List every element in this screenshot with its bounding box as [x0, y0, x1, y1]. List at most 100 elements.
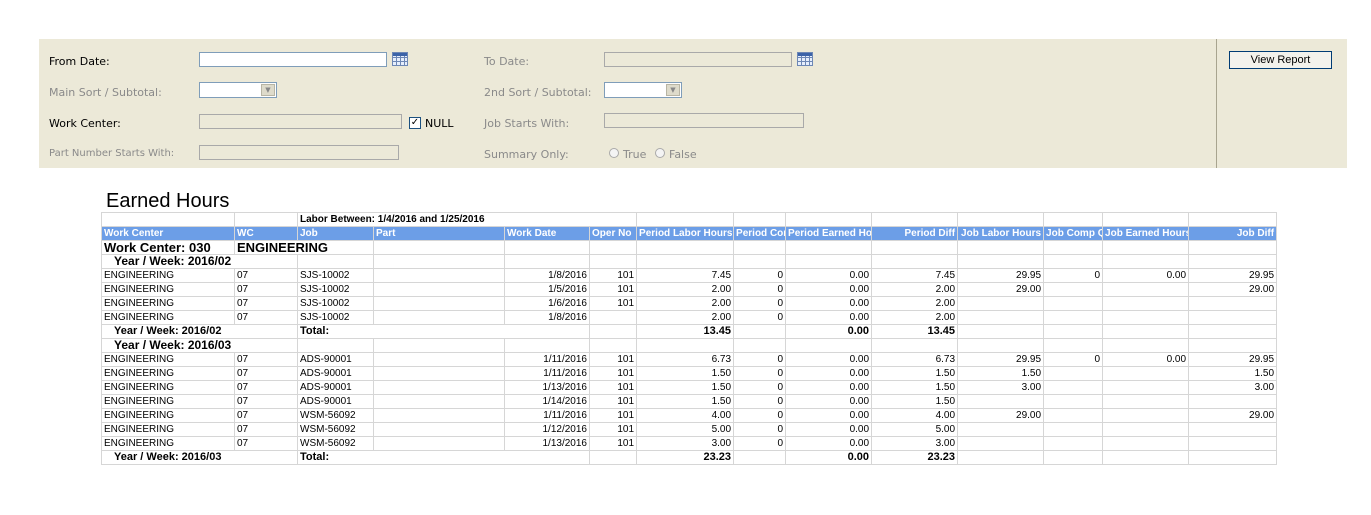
table-cell [373, 254, 505, 269]
table-cell: ENGINEERING [101, 296, 235, 311]
table-cell [373, 408, 505, 423]
table-cell [373, 268, 505, 283]
table-cell [1102, 296, 1190, 311]
table-cell [636, 254, 735, 269]
table-cell: 5.00 [636, 422, 735, 437]
table-header-row: Work Center WC Job Part Work Date Oper No Peri… [101, 226, 1278, 241]
table-cell [1188, 296, 1278, 311]
column-header: Work Date [504, 226, 590, 241]
table-cell: 6.73 [871, 352, 959, 367]
table-cell: 0 [733, 422, 787, 437]
table-cell: 1/5/2016 [504, 282, 590, 297]
table-cell: ENGINEERING [101, 380, 235, 395]
from-date-input[interactable] [200, 58, 386, 72]
table-cell: 29.00 [957, 282, 1045, 297]
table-cell: 7.45 [871, 268, 959, 283]
job-starts-field[interactable] [604, 113, 804, 128]
table-cell [1102, 408, 1190, 423]
null-checkbox[interactable]: ✓ [409, 117, 421, 129]
summary-true-radio[interactable] [609, 148, 619, 158]
table-cell [785, 240, 873, 255]
table-cell [957, 310, 1045, 325]
column-header: Period Diff [871, 226, 959, 241]
table-cell [1043, 282, 1104, 297]
table-cell [733, 324, 787, 339]
table-cell: 07 [234, 268, 298, 283]
summary-true-label: True [623, 148, 647, 161]
work-center-name: ENGINEERING [234, 240, 374, 255]
table-cell [1043, 254, 1104, 269]
part-number-label: Part Number Starts With: [49, 148, 175, 159]
table-cell: 101 [588, 268, 638, 283]
table-cell: 07 [234, 310, 298, 325]
table-cell [1043, 450, 1104, 465]
table-cell [1188, 422, 1278, 437]
table-cell: ENGINEERING [101, 366, 235, 381]
table-cell: 101 [588, 366, 638, 381]
table-cell: 101 [588, 282, 638, 297]
week-total-label: Year / Week: 2016/02 [101, 324, 298, 339]
main-sort-select[interactable]: ▼ [199, 82, 277, 98]
table-cell: WSM-56092 [297, 436, 374, 451]
total-diff: 13.45 [871, 324, 959, 339]
summary-only-label: Summary Only: [484, 148, 569, 161]
table-cell: ADS-90001 [297, 352, 374, 367]
table-cell: 101 [588, 436, 638, 451]
table-cell [373, 338, 505, 353]
table-cell: 0 [733, 352, 787, 367]
table-cell: ENGINEERING [101, 436, 235, 451]
part-number-field[interactable] [199, 145, 399, 160]
table-cell [1102, 310, 1190, 325]
table-cell [373, 380, 505, 395]
table-cell: 2.00 [636, 296, 735, 311]
table-cell: 1/11/2016 [504, 408, 590, 423]
table-cell [1043, 212, 1104, 227]
column-header: Job Comp Qty [1043, 226, 1104, 241]
calendar-icon[interactable] [392, 52, 408, 66]
from-date-field[interactable] [199, 52, 387, 72]
table-cell: SJS-10002 [297, 282, 374, 297]
work-center-field[interactable] [199, 114, 402, 129]
table-cell [588, 310, 638, 325]
table-cell: 3.00 [871, 436, 959, 451]
table-cell [785, 338, 873, 353]
table-cell: 2.00 [636, 282, 735, 297]
table-cell [588, 240, 638, 255]
to-date-label: To Date: [484, 55, 530, 68]
table-cell: 0.00 [785, 352, 873, 367]
table-cell: ENGINEERING [101, 408, 235, 423]
work-center-row: Work Center: 030 ENGINEERING [101, 240, 1278, 255]
table-cell [373, 436, 505, 451]
table-cell [1102, 394, 1190, 409]
table-cell [733, 338, 787, 353]
table-cell: 0 [733, 282, 787, 297]
table-cell [957, 436, 1045, 451]
view-report-button[interactable]: View Report [1229, 51, 1332, 69]
table-cell: 0.00 [785, 408, 873, 423]
table-cell [373, 422, 505, 437]
table-cell [1043, 422, 1104, 437]
table-cell [733, 450, 787, 465]
table-cell: 101 [588, 296, 638, 311]
to-date-field[interactable] [604, 52, 792, 67]
table-cell: 0.00 [1102, 352, 1190, 367]
summary-false-radio[interactable] [655, 148, 665, 158]
table-cell [1188, 324, 1278, 339]
table-cell [785, 212, 873, 227]
column-header: Period Comp Qty [733, 226, 787, 241]
job-starts-label: Job Starts With: [484, 117, 570, 130]
table-cell [636, 240, 735, 255]
table-cell: ENGINEERING [101, 422, 235, 437]
table-cell: 1.50 [871, 380, 959, 395]
second-sort-select[interactable]: ▼ [604, 82, 682, 98]
null-label: NULL [425, 117, 454, 130]
table-cell: 1.50 [957, 366, 1045, 381]
table-cell [785, 254, 873, 269]
chevron-down-icon[interactable]: ▼ [261, 84, 275, 96]
table-cell: 1.50 [636, 394, 735, 409]
chevron-down-icon[interactable]: ▼ [666, 84, 680, 96]
table-cell [1043, 380, 1104, 395]
table-cell: 29.95 [1188, 352, 1278, 367]
calendar-icon[interactable] [797, 52, 813, 66]
table-cell: 0 [733, 394, 787, 409]
